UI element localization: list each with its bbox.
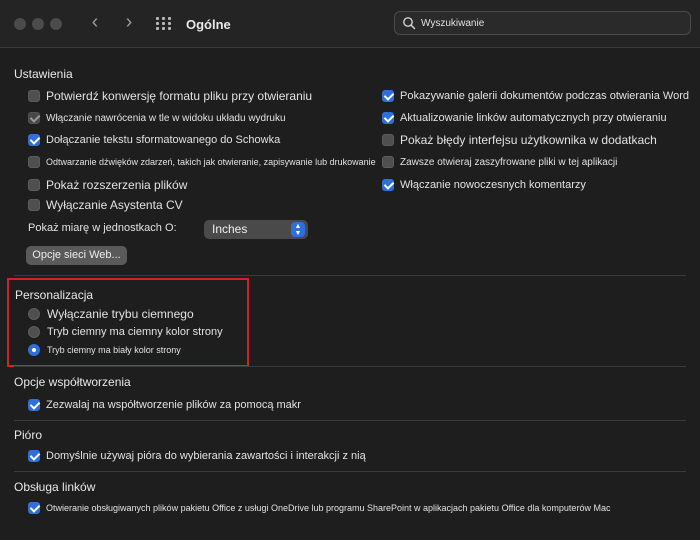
web-options-button[interactable]: Opcje sieci Web... [26,246,127,265]
search-field[interactable] [394,11,691,35]
window-title: Ogólne [186,17,231,32]
show-all-grid-icon[interactable] [156,17,172,31]
measure-units-label: Pokaż miarę w jednostkach O: [28,222,177,234]
checkbox-box[interactable] [28,399,40,411]
checkbox-label: Otwieranie obsługiwanych plików pakietu … [46,503,611,513]
checkbox-box[interactable] [28,199,40,211]
radio-button[interactable] [28,308,40,320]
checkbox-box[interactable] [28,134,40,146]
radio-button[interactable] [28,326,40,338]
checkbox-box[interactable] [28,90,40,102]
checkbox-label: Włączanie nowoczesnych komentarzy [400,179,586,191]
checkbox-background-repagination[interactable]: Włączanie nawrócenia w tle w widoku ukła… [28,110,286,126]
checkbox-disable-resume-assistant[interactable]: Wyłączanie Asystenta CV [28,197,183,213]
checkbox-confirm-format-conversion[interactable]: Potwierdź konwersję formatu pliku przy o… [28,88,312,104]
checkbox-box[interactable] [382,156,394,168]
checkbox-label: Dołączanie tekstu sformatowanego do Scho… [46,134,281,146]
checkbox-update-automatic-links[interactable]: Aktualizowanie linków automatycznych prz… [382,110,667,126]
radio-label: Wyłączanie trybu ciemnego [47,307,194,321]
forward-chevron-icon[interactable]: › [118,11,140,35]
checkbox-play-event-sounds[interactable]: Odtwarzanie dźwięków zdarzeń, takich jak… [28,154,376,170]
checkbox-include-formatted-text-clipboard[interactable]: Dołączanie tekstu sformatowanego do Scho… [28,132,280,148]
section-title-link-handling: Obsługa linków [14,480,96,494]
radio-button[interactable] [28,344,40,356]
back-chevron-icon[interactable]: ‹ [84,11,106,35]
search-icon [403,17,416,30]
zoom-window-button[interactable] [50,18,62,30]
radio-dark-mode-white-page[interactable]: Tryb ciemny ma biały kolor strony [28,342,181,358]
checkbox-label: Domyślnie używaj pióra do wybierania zaw… [46,450,366,462]
section-title-coauthoring: Opcje współtworzenia [14,375,131,389]
checkbox-box[interactable] [28,179,40,191]
checkbox-show-addin-ui-errors[interactable]: Pokaż błędy interfejsu użytkownika w dod… [382,132,657,148]
section-title-personalization: Personalizacja [15,288,94,302]
search-input[interactable] [421,15,681,31]
checkbox-use-pen-default[interactable]: Domyślnie używaj pióra do wybierania zaw… [28,448,366,464]
section-title-pen: Pióro [14,428,43,442]
checkbox-modern-comments[interactable]: Włączanie nowoczesnych komentarzy [382,177,586,193]
checkbox-open-onedrive-in-office[interactable]: Otwieranie obsługiwanych plików pakietu … [28,500,610,516]
checkbox-box[interactable] [382,112,394,124]
checkbox-open-encrypted-files[interactable]: Zawsze otwieraj zaszyfrowane pliki w tej… [382,154,617,170]
measure-units-value: Inches [212,222,248,236]
checkbox-label: Zawsze otwieraj zaszyfrowane pliki w tej… [400,156,618,168]
close-window-button[interactable] [14,18,26,30]
checkbox-show-file-extensions[interactable]: Pokaż rozszerzenia plików [28,177,187,193]
minimize-window-button[interactable] [32,18,44,30]
checkbox-label: Pokaż błędy interfejsu użytkownika w dod… [400,133,657,147]
radio-label: Tryb ciemny ma ciemny kolor strony [47,326,223,338]
checkbox-box[interactable] [28,112,40,124]
radio-disable-dark-mode[interactable]: Wyłączanie trybu ciemnego [28,306,194,322]
radio-dark-mode-dark-page[interactable]: Tryb ciemny ma ciemny kolor strony [28,324,223,340]
measure-units-select[interactable]: Inches ▲ ▼ [204,220,308,239]
checkbox-box[interactable] [382,179,394,191]
title-bar: ‹ › Ogólne [0,0,700,48]
checkbox-allow-coauthoring-macros[interactable]: Zezwalaj na współtworzenie plików za pom… [28,397,301,413]
updown-chevron-icon: ▲ ▼ [291,222,305,237]
divider [14,471,686,472]
radio-label: Tryb ciemny ma biały kolor strony [47,345,181,355]
checkbox-label: Pokaż rozszerzenia plików [46,178,188,192]
checkbox-label: Zezwalaj na współtworzenie plików za pom… [46,399,301,411]
section-title-settings: Ustawienia [14,67,73,81]
checkbox-show-document-gallery[interactable]: Pokazywanie galerii dokumentów podczas o… [382,88,689,104]
checkbox-box[interactable] [28,450,40,462]
checkbox-box[interactable] [382,134,394,146]
checkbox-label: Pokazywanie galerii dokumentów podczas o… [400,90,690,102]
divider [14,275,686,276]
checkbox-label: Potwierdź konwersję formatu pliku przy o… [46,89,313,103]
checkbox-label: Wyłączanie Asystenta CV [46,198,183,212]
checkbox-label: Włączanie nawrócenia w tle w widoku ukła… [46,112,286,124]
checkbox-box[interactable] [28,502,40,514]
divider [14,420,686,421]
checkbox-box[interactable] [28,156,40,168]
checkbox-label: Aktualizowanie linków automatycznych prz… [400,112,667,124]
divider [14,366,686,367]
checkbox-label: Odtwarzanie dźwięków zdarzeń, takich jak… [46,157,376,167]
checkbox-box[interactable] [382,90,394,102]
